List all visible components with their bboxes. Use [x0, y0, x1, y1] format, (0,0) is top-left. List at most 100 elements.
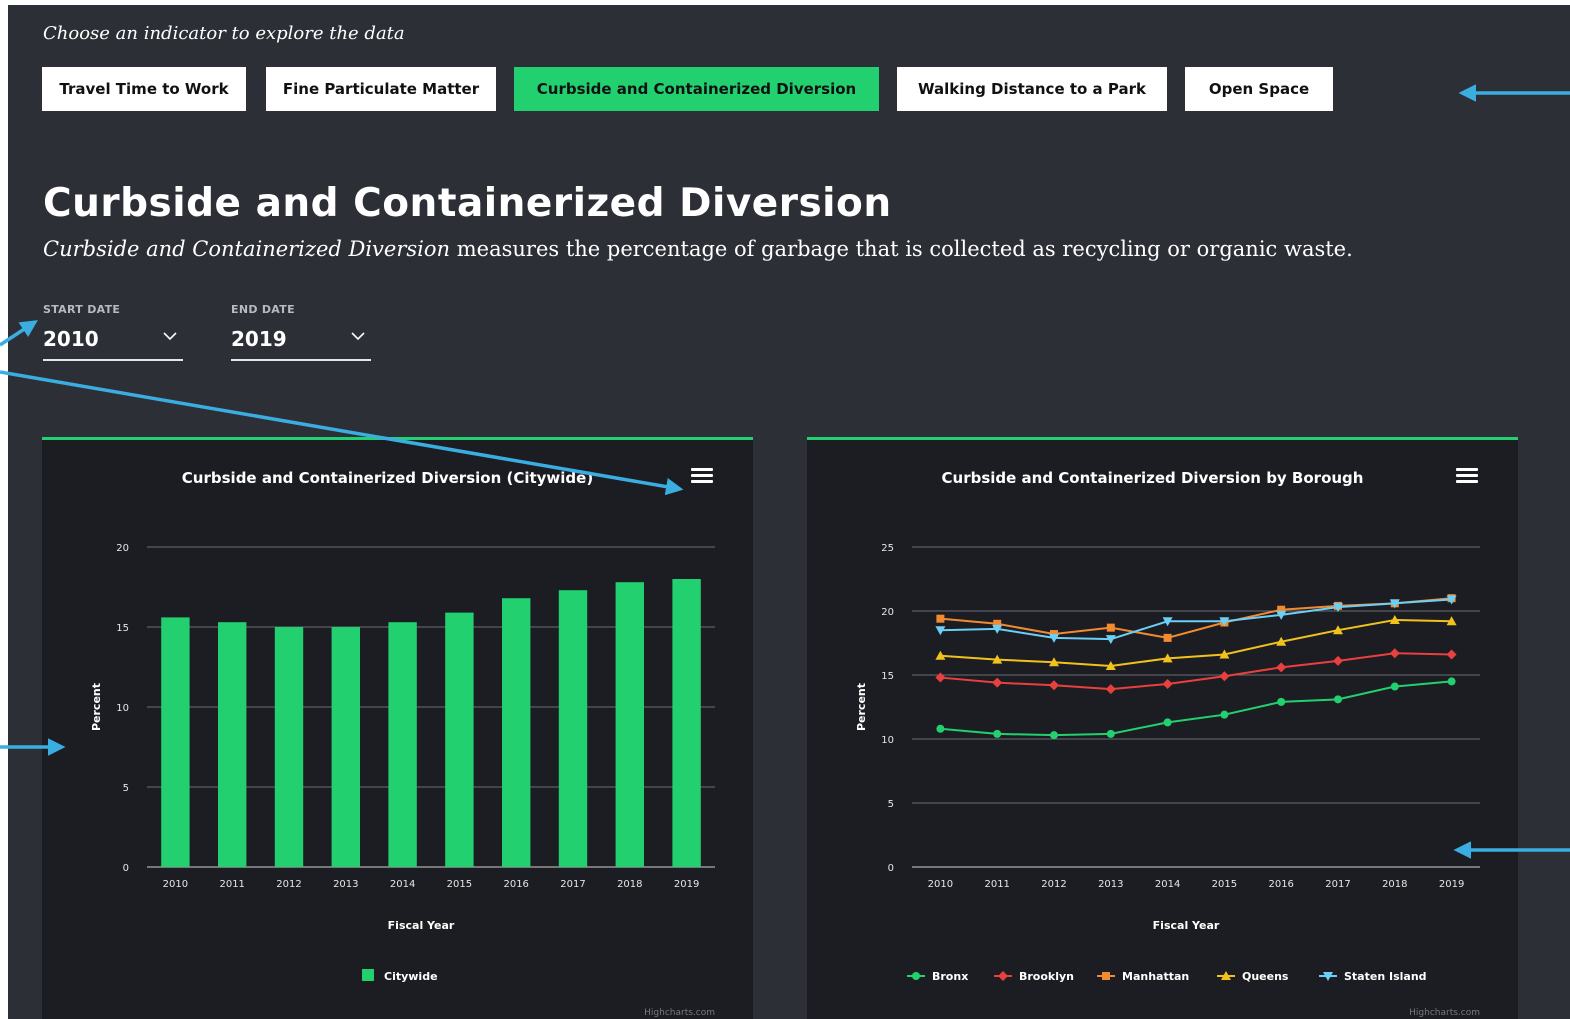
- y-tick-label: 10: [881, 735, 894, 746]
- point-bronx-2015: [1220, 710, 1229, 719]
- x-axis-label: Fiscal Year: [1153, 919, 1220, 932]
- legend-label: Manhattan: [1122, 970, 1189, 983]
- y-tick-label: 20: [116, 543, 129, 554]
- start-date-value: 2010: [43, 327, 99, 351]
- point-bronx-2011: [993, 729, 1002, 738]
- point-bronx-2017: [1334, 695, 1342, 704]
- chart-credit: Highcharts.com: [1409, 1008, 1480, 1018]
- chart-title: Curbside and Containerized Diversion by …: [942, 469, 1364, 487]
- citywide-bar-chart: Curbside and Containerized Diversion (Ci…: [90, 469, 715, 1018]
- borough-chart-panel: Curbside and Containerized Diversion by …: [807, 437, 1518, 1019]
- point-bronx-2012: [1050, 731, 1058, 740]
- point-brooklyn-2010: [935, 672, 946, 683]
- legend-label: Brooklyn: [1019, 970, 1074, 983]
- x-tick-label: 2011: [984, 879, 1009, 890]
- bar-2010: [161, 617, 190, 867]
- description-text: measures the percentage of garbage that …: [450, 237, 1353, 261]
- bar-2019: [672, 579, 701, 867]
- bar-2011: [218, 622, 247, 867]
- legend-marker-manhattan: [1102, 972, 1110, 980]
- legend-marker-bronx: [912, 972, 920, 980]
- tab-travel-time-to-work[interactable]: Travel Time to Work: [42, 67, 246, 111]
- legend-marker-brooklyn: [998, 971, 1008, 981]
- point-brooklyn-2011: [992, 677, 1003, 688]
- y-axis-label: Percent: [90, 683, 103, 731]
- x-tick-label: 2015: [447, 879, 472, 890]
- x-tick-label: 2012: [276, 879, 301, 890]
- y-tick-label: 5: [888, 799, 894, 810]
- tab-fine-particulate-matter[interactable]: Fine Particulate Matter: [266, 67, 496, 111]
- point-brooklyn-2016: [1276, 662, 1287, 673]
- bar-2017: [558, 590, 588, 867]
- end-date-label: END DATE: [231, 303, 295, 316]
- x-tick-label: 2017: [560, 879, 585, 890]
- bar-2012: [274, 627, 304, 867]
- y-tick-label: 20: [881, 607, 894, 618]
- y-tick-label: 15: [116, 623, 129, 634]
- y-tick-label: 25: [881, 543, 894, 554]
- chevron-down-icon: [351, 332, 365, 341]
- point-bronx-2016: [1277, 697, 1286, 706]
- start-date-label: START DATE: [43, 303, 121, 316]
- point-brooklyn-2017: [1333, 655, 1343, 666]
- y-tick-label: 15: [881, 671, 894, 682]
- indicator-prompt: Choose an indicator to explore the data: [43, 23, 405, 44]
- point-manhattan-2014: [1163, 633, 1172, 642]
- point-brooklyn-2018: [1389, 648, 1400, 659]
- tab-curbside-and-containerized-diversion[interactable]: Curbside and Containerized Diversion: [514, 67, 879, 111]
- point-bronx-2010: [936, 724, 945, 733]
- chart-menu-icon[interactable]: [691, 468, 713, 486]
- y-tick-label: 0: [123, 863, 129, 874]
- page-background: Choose an indicator to explore the data …: [8, 5, 1570, 1019]
- start-date-control: START DATE 2010: [43, 303, 183, 361]
- point-bronx-2013: [1106, 729, 1115, 738]
- series-line-brooklyn: [940, 652, 1452, 691]
- series-line-bronx: [940, 680, 1452, 737]
- bar-2015: [445, 612, 474, 867]
- point-brooklyn-2013: [1105, 684, 1116, 695]
- x-tick-label: 2014: [390, 879, 415, 890]
- x-tick-label: 2010: [928, 879, 953, 890]
- x-tick-label: 2013: [1098, 879, 1123, 890]
- point-brooklyn-2015: [1219, 671, 1230, 682]
- chart-title: Curbside and Containerized Diversion (Ci…: [182, 469, 593, 487]
- x-tick-label: 2016: [1268, 879, 1293, 890]
- end-date-control: END DATE 2019: [231, 303, 371, 361]
- legend-label: Bronx: [932, 970, 968, 983]
- description-term: Curbside and Containerized Diversion: [43, 237, 451, 261]
- start-date-select[interactable]: 2010: [43, 325, 183, 361]
- tab-open-space[interactable]: Open Space: [1185, 67, 1333, 111]
- chart-credit: Highcharts.com: [644, 1008, 715, 1018]
- legend-label: Staten Island: [1344, 970, 1427, 983]
- x-tick-label: 2014: [1155, 879, 1180, 890]
- y-axis-label: Percent: [855, 683, 868, 731]
- point-manhattan-2010: [936, 614, 945, 623]
- end-date-select[interactable]: 2019: [231, 325, 371, 361]
- bar-2018: [615, 582, 644, 867]
- tab-walking-distance-to-a-park[interactable]: Walking Distance to a Park: [897, 67, 1167, 111]
- point-bronx-2019: [1447, 677, 1456, 686]
- series-line-staten-island: [940, 598, 1452, 641]
- point-manhattan-2013: [1106, 623, 1115, 632]
- x-tick-label: 2012: [1041, 879, 1066, 890]
- x-tick-label: 2019: [674, 879, 699, 890]
- x-tick-label: 2015: [1212, 879, 1237, 890]
- bar-2013: [331, 627, 360, 867]
- indicator-description: Curbside and Containerized Diversion mea…: [43, 237, 1353, 261]
- point-bronx-2018: [1390, 682, 1399, 691]
- borough-line-chart: Curbside and Containerized Diversion by …: [855, 469, 1480, 1018]
- bar-2016: [502, 598, 531, 867]
- x-tick-label: 2018: [1382, 879, 1407, 890]
- x-tick-label: 2019: [1439, 879, 1464, 890]
- legend-label: Citywide: [384, 970, 438, 983]
- y-tick-label: 0: [888, 863, 894, 874]
- citywide-chart-panel: Curbside and Containerized Diversion (Ci…: [42, 437, 753, 1019]
- legend-label: Queens: [1242, 970, 1289, 983]
- legend-marker-citywide: [362, 969, 374, 981]
- point-brooklyn-2012: [1049, 680, 1059, 691]
- x-tick-label: 2010: [163, 879, 188, 890]
- point-bronx-2014: [1163, 718, 1172, 727]
- end-date-value: 2019: [231, 327, 287, 351]
- chart-menu-icon[interactable]: [1456, 468, 1478, 486]
- x-tick-label: 2011: [219, 879, 244, 890]
